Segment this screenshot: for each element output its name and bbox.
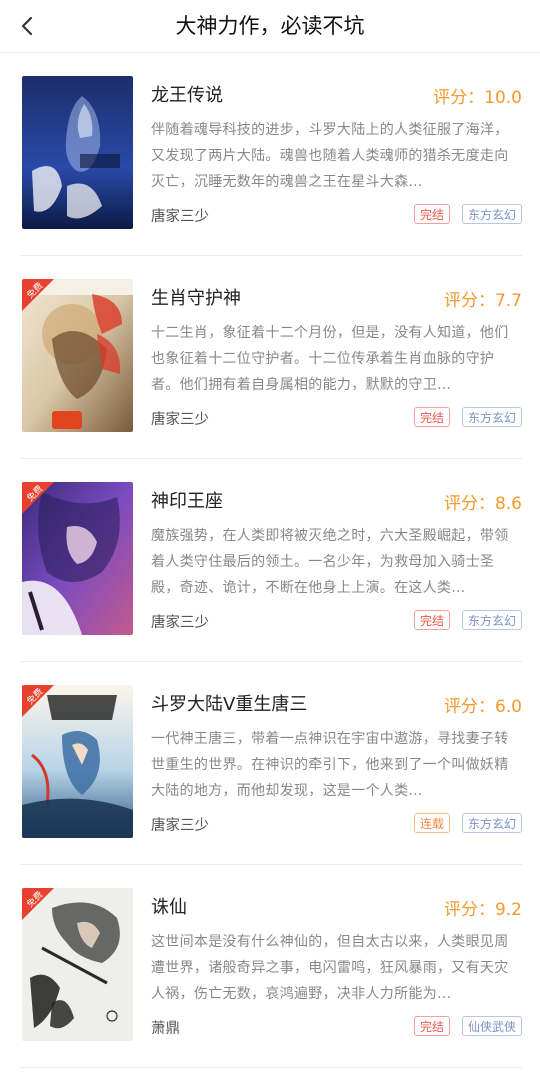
book-title[interactable]: 诛仙: [151, 893, 187, 919]
free-badge-icon: 免费: [22, 482, 54, 514]
book-item[interactable]: 免费 龙王传说 评分：10.0 伴随着魂导科技的进步，斗罗大陆上的人类征服了海洋…: [20, 53, 522, 256]
book-description: 伴随着魂导科技的进步，斗罗大陆上的人类征服了海洋，又发现了两片大陆。魂兽也随着人…: [151, 122, 509, 190]
genre-badge: 东方玄幻: [461, 407, 522, 427]
book-title[interactable]: 斗罗大陆V重生唐三: [151, 690, 307, 716]
cover-art-dragon-king: [22, 76, 133, 229]
top-bar: 大神力作，必读不坑: [0, 0, 540, 53]
book-description: 这世间本是没有什么神仙的，但自太古以来，人类眼见周遭世界，诸般奇异之事，电闪雷鸣…: [151, 934, 509, 1002]
book-list: 免费 龙王传说 评分：10.0 伴随着魂导科技的进步，斗罗大陆上的人类征服了海洋…: [0, 53, 540, 1068]
book-score: 评分：9.2: [443, 900, 522, 920]
book-author: 唐家三少: [151, 818, 209, 834]
book-description: 十二生肖，象征着十二个月份，但是，没有人知道，他们也象征着十二位守护者。十二位传…: [151, 325, 509, 393]
book-item[interactable]: 免费 诛仙 评分：9.2 这世间本是没有什么神仙的，但自太古以来，人类眼见周遭世…: [20, 865, 522, 1068]
status-badge: 完结: [413, 610, 450, 630]
book-title[interactable]: 神印王座: [151, 487, 223, 513]
genre-badge: 东方玄幻: [461, 610, 522, 630]
book-item[interactable]: 免费 生肖守护神 评分：7.7 十二生肖，象征着十二个月份，但是，没有人知道，他…: [20, 256, 522, 459]
book-description: 一代神王唐三，带着一点神识在宇宙中遨游，寻找妻子转世重生的世界。在神识的牵引下，…: [151, 731, 509, 799]
free-badge-icon: 免费: [22, 888, 54, 920]
book-author: 唐家三少: [151, 412, 209, 428]
book-title[interactable]: 生肖守护神: [151, 284, 241, 310]
book-score: 评分：10.0: [433, 88, 522, 108]
genre-badge: 仙侠武侠: [461, 1016, 522, 1036]
status-badge: 连载: [413, 813, 450, 833]
book-author: 唐家三少: [151, 209, 209, 225]
book-item[interactable]: 免费 神印王座 评分：8.6 魔族强势，在人类即将被灭绝之时，六大圣殿崛起，带领…: [20, 459, 522, 662]
book-author: 唐家三少: [151, 615, 209, 631]
book-cover[interactable]: 免费: [22, 279, 133, 432]
book-cover[interactable]: 免费: [22, 482, 133, 635]
page-title: 大神力作，必读不坑: [175, 14, 365, 38]
book-score: 评分：8.6: [443, 494, 522, 514]
book-author: 萧鼎: [151, 1021, 180, 1037]
book-description: 魔族强势，在人类即将被灭绝之时，六大圣殿崛起，带领着人类守住最后的领土。一名少年…: [151, 528, 509, 596]
status-badge: 完结: [413, 1016, 450, 1036]
book-score: 评分：6.0: [443, 697, 522, 717]
status-badge: 完结: [413, 407, 450, 427]
genre-badge: 东方玄幻: [461, 813, 522, 833]
book-score: 评分：7.7: [443, 291, 522, 311]
status-badge: 完结: [413, 204, 450, 224]
genre-badge: 东方玄幻: [461, 204, 522, 224]
book-cover[interactable]: 免费: [22, 685, 133, 838]
book-cover[interactable]: 免费: [22, 888, 133, 1041]
book-title[interactable]: 龙王传说: [151, 81, 223, 107]
book-cover[interactable]: 免费: [22, 76, 133, 229]
free-badge-icon: 免费: [22, 279, 54, 311]
free-badge-icon: 免费: [22, 685, 54, 717]
book-item[interactable]: 免费 斗罗大陆V重生唐三 评分：6.0 一代神王唐三，带着一点神识在宇宙中遨游，…: [20, 662, 522, 865]
